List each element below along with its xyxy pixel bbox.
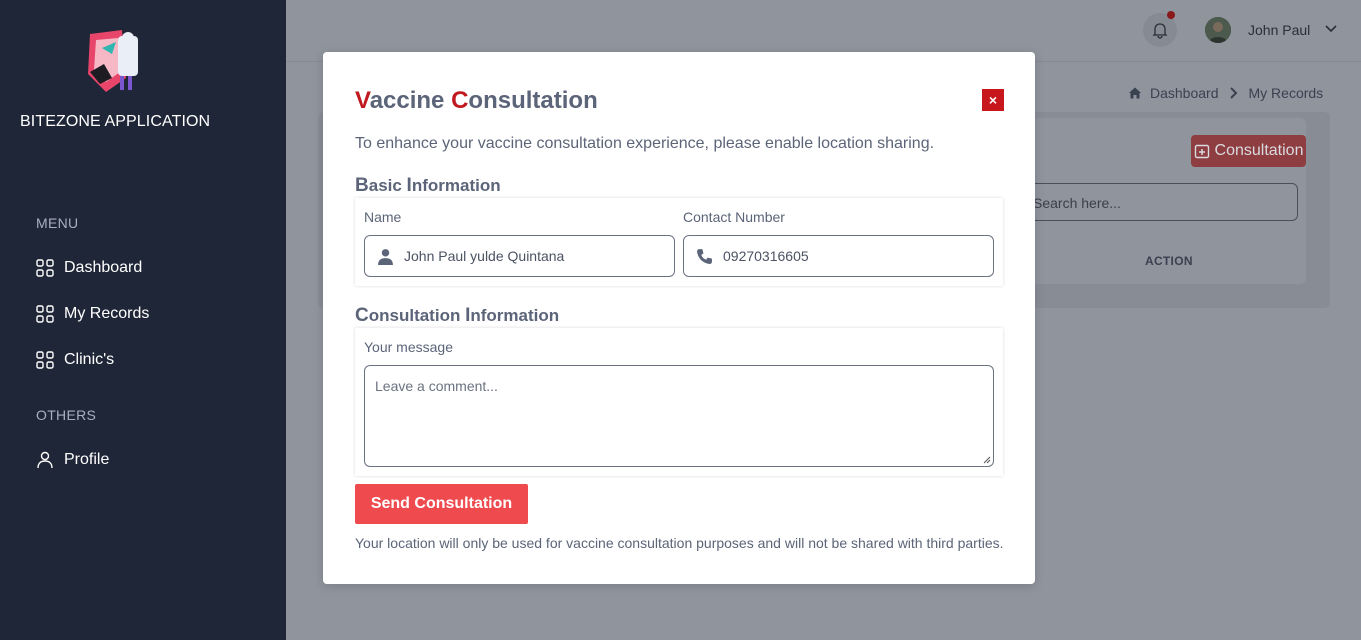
- breadcrumb-home[interactable]: Dashboard: [1150, 85, 1219, 101]
- grid-icon: [36, 351, 54, 369]
- vaccine-consultation-modal: Vaccine Consultation × To enhance your v…: [323, 52, 1035, 584]
- basic-information-heading: Basic Information: [355, 175, 501, 196]
- sidebar-item-dashboard[interactable]: Dashboard: [36, 259, 142, 277]
- consultation-information-heading: Consultation Information: [355, 305, 560, 326]
- intro-text: To enhance your vaccine consultation exp…: [355, 135, 935, 152]
- phone-icon: [697, 248, 712, 264]
- title-initial-c: C: [451, 87, 469, 114]
- sidebar-item-my-records[interactable]: My Records: [36, 305, 149, 323]
- resize-grip-icon[interactable]: [983, 456, 991, 464]
- calendar-plus-icon: [1194, 144, 1209, 159]
- name-label: Name: [364, 209, 402, 225]
- menu-section-label: MENU: [36, 215, 79, 231]
- contact-number-field[interactable]: 09270316605: [683, 235, 994, 277]
- app-name: BITEZONE APPLICATION: [20, 113, 211, 130]
- sidebar-item-label: My Records: [64, 305, 150, 322]
- user-icon: [378, 248, 393, 265]
- sidebar-item-profile[interactable]: Profile: [36, 451, 109, 469]
- title-initial-v: V: [355, 87, 370, 114]
- message-label: Your message: [364, 339, 453, 355]
- name-field[interactable]: John Paul yulde Quintana: [364, 235, 675, 277]
- sidebar-item-label: Profile: [64, 451, 110, 468]
- bell-icon: [1152, 23, 1168, 39]
- user-icon: [37, 451, 53, 469]
- user-name[interactable]: John Paul: [1248, 22, 1310, 38]
- sidebar-item-label: Dashboard: [64, 259, 143, 276]
- table-header-action: ACTION: [1145, 254, 1193, 268]
- consultation-information-group: Your message Leave a comment...: [355, 328, 1003, 476]
- breadcrumb-current: My Records: [1248, 85, 1324, 101]
- basic-information-group: Name John Paul yulde Quintana Contact Nu…: [355, 198, 1003, 286]
- home-icon: [1129, 87, 1141, 99]
- title-rest-1: accine: [369, 87, 452, 114]
- message-placeholder: Leave a comment...: [375, 378, 498, 394]
- name-value: John Paul yulde Quintana: [404, 248, 565, 264]
- title-rest-2: onsultation: [468, 87, 598, 114]
- modal-title: Vaccine Consultation: [355, 87, 598, 115]
- notification-dot: [1167, 11, 1175, 19]
- send-consultation-button[interactable]: Send Consultation: [355, 484, 528, 524]
- chevron-down-icon[interactable]: [1324, 22, 1338, 36]
- chevron-right-icon: [1229, 87, 1237, 99]
- consultation-button[interactable]: Consultation: [1191, 135, 1306, 167]
- contact-number-value: 09270316605: [723, 248, 809, 264]
- breadcrumb: Dashboard My Records: [1128, 85, 1323, 101]
- close-button[interactable]: ×: [982, 89, 1004, 111]
- sidebar-item-clinics[interactable]: Clinic's: [36, 351, 114, 369]
- grid-icon: [36, 259, 54, 277]
- sidebar: BITEZONE APPLICATION MENU Dashboard My R…: [0, 0, 286, 640]
- search-input[interactable]: Search here...: [1010, 183, 1298, 221]
- sidebar-item-label: Clinic's: [64, 351, 115, 368]
- consultation-button-label: Consultation: [1214, 142, 1304, 159]
- contact-number-label: Contact Number: [683, 209, 785, 225]
- privacy-note: Your location will only be used for vacc…: [355, 535, 1004, 551]
- avatar[interactable]: [1205, 17, 1231, 43]
- grid-icon: [36, 305, 54, 323]
- bitezone-logo: [82, 28, 146, 96]
- others-section-label: OTHERS: [36, 407, 97, 423]
- message-textarea[interactable]: Leave a comment...: [364, 365, 994, 467]
